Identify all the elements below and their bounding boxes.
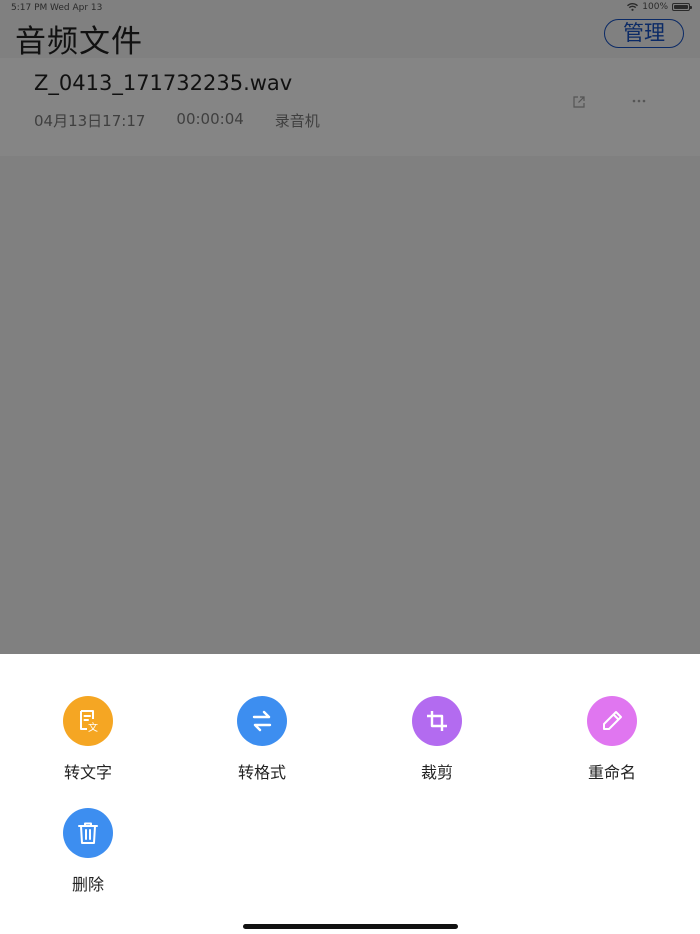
wifi-icon xyxy=(627,3,639,11)
file-meta: 04月13日17:17 00:00:04 录音机 xyxy=(34,110,351,131)
delete-button[interactable] xyxy=(63,808,113,858)
trash-icon xyxy=(78,822,98,844)
convert-format-icon xyxy=(252,710,272,732)
rename-pencil-icon xyxy=(603,711,622,730)
home-indicator[interactable] xyxy=(243,924,458,929)
more-options-icon[interactable] xyxy=(630,96,648,106)
share-icon[interactable] xyxy=(572,95,586,109)
crop-action[interactable]: 裁剪 xyxy=(377,696,497,783)
battery-percent: 100% xyxy=(642,2,668,12)
convert-format-label: 转格式 xyxy=(237,763,286,782)
crop-icon xyxy=(427,711,447,731)
file-date: 04月13日17:17 xyxy=(34,112,146,130)
file-duration: 00:00:04 xyxy=(176,110,244,128)
battery-fill xyxy=(674,5,688,9)
crop-label: 裁剪 xyxy=(420,763,453,782)
delete-action[interactable]: 删除 xyxy=(28,808,148,895)
svg-text:文: 文 xyxy=(88,721,98,734)
crop-button[interactable] xyxy=(412,696,462,746)
status-right: 100% xyxy=(627,2,692,12)
convert-format-button[interactable] xyxy=(237,696,287,746)
convert-format-action[interactable]: 转格式 xyxy=(202,696,322,783)
transcribe-button[interactable]: 文 xyxy=(63,696,113,746)
file-name: Z_0413_171732235.wav xyxy=(34,71,293,95)
status-date: Wed Apr 13 xyxy=(50,3,103,13)
rename-action[interactable]: 重命名 xyxy=(552,696,672,783)
transcribe-icon: 文 xyxy=(80,710,98,734)
action-sheet: 文 转文字 转格式 裁剪 重命名 删除 xyxy=(0,654,700,934)
transcribe-label: 转文字 xyxy=(63,763,112,782)
file-list-item[interactable]: Z_0413_171732235.wav 04月13日17:17 00:00:0… xyxy=(0,58,700,156)
transcribe-action[interactable]: 文 转文字 xyxy=(28,696,148,783)
file-source: 录音机 xyxy=(274,112,320,130)
page-title: 音频文件 xyxy=(15,24,143,60)
manage-button[interactable]: 管理 xyxy=(604,19,684,48)
delete-label: 删除 xyxy=(71,875,104,894)
battery-icon xyxy=(672,3,692,11)
rename-label: 重命名 xyxy=(587,763,636,782)
status-bar: 5:17 PM Wed Apr 13 100% xyxy=(0,0,700,16)
rename-button[interactable] xyxy=(587,696,637,746)
status-time: 5:17 PM xyxy=(11,3,48,13)
